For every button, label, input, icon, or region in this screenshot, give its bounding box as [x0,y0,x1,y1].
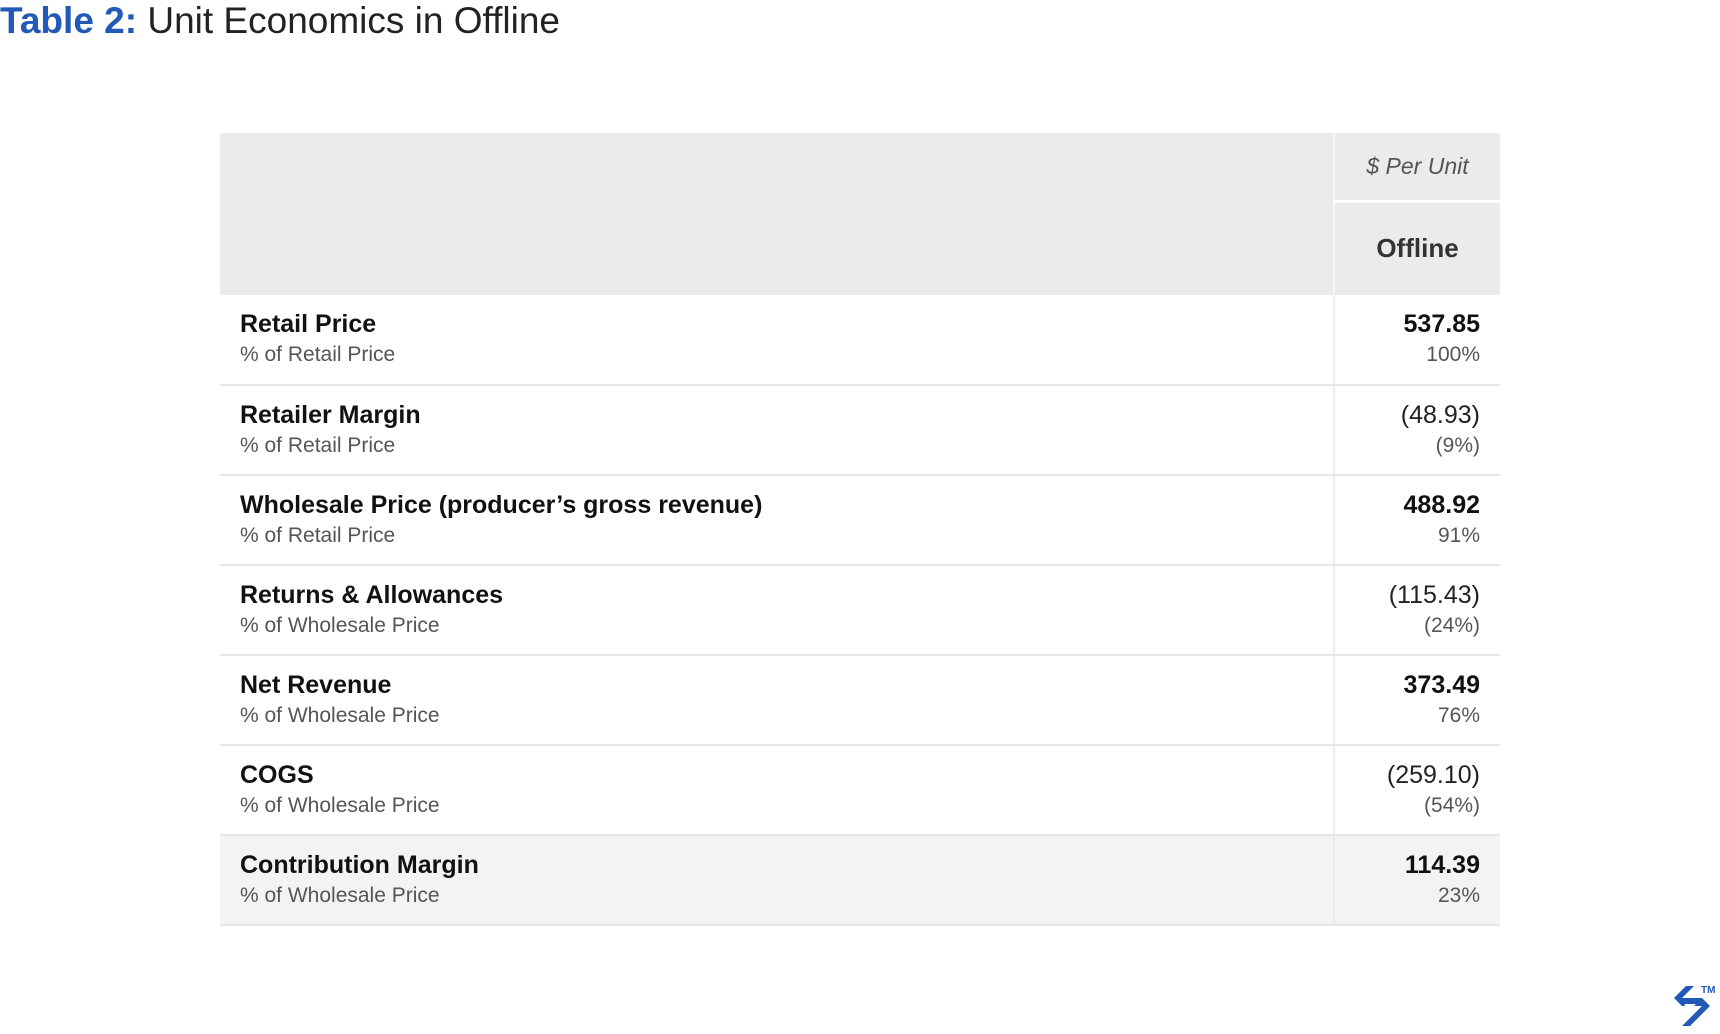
row-percent: 23% [1437,884,1480,907]
row-amount: 373.49 [1403,671,1480,699]
row-amount: 114.39 [1404,851,1480,879]
row-basis: % of Wholesale Price [240,794,440,817]
row-value-cell: 373.49 76% [1334,655,1500,746]
row-percent: 100% [1426,343,1480,366]
row-name: COGS [240,761,314,789]
row-label-cell: Retailer Margin % of Retail Price [220,385,1335,476]
row-name: Wholesale Price (producer’s gross revenu… [240,491,763,519]
table-number-label: Table 2: [0,0,138,41]
table-row: Retail Price % of Retail Price 537.85 100% [220,295,1500,386]
table-row: Contribution Margin % of Wholesale Price 1… [220,835,1500,926]
row-name: Contribution Margin [240,851,479,879]
column-header-offline: Offline [1334,201,1500,295]
header-empty-cell [220,133,1335,295]
row-label-cell: Returns & Allowances % of Wholesale Price [220,565,1335,656]
table-row: COGS % of Wholesale Price (259.10) (54%) [220,745,1500,836]
header-row-unit: $ Per Unit [220,133,1500,295]
table-row: Retailer Margin% of Retail Price (48.93)(… [220,385,1500,476]
row-name: Returns & Allowances [240,581,504,609]
row-amount: 537.85 [1403,310,1480,338]
trademark-mark: TM [1701,985,1716,996]
row-basis: % of Wholesale Price [240,704,440,727]
row-name: Retail Price [240,310,377,338]
row-value-cell: (259.10) (54%) [1334,745,1500,836]
row-label-cell: Wholesale Price (producer’s gross revenu… [220,475,1335,566]
table-row: Wholesale Price (producer’s gross revenu… [220,475,1500,566]
table-row: Net Revenue % of Wholesale Price 373.49 76% [220,655,1500,746]
row-basis: % of Wholesale Price [240,614,440,637]
row-value-cell: (48.93) (9%) [1334,385,1500,476]
row-percent: 76% [1437,704,1480,727]
table-title-text: Unit Economics in Offline [147,0,561,41]
unit-economics-table: $ Per Unit Offline Retail Price % of Reta… [220,133,1500,926]
page-title: Table 2: Unit Economics in Offline [0,0,560,42]
row-name: Retailer Margin [240,401,421,429]
row-name: Net Revenue [240,671,392,699]
row-label-cell: Net Revenue % of Wholesale Price [220,655,1335,746]
row-percent: (9%) [1435,434,1480,457]
row-amount: 488.92 [1403,491,1480,519]
row-label-cell: COGS % of Wholesale Price [220,745,1335,836]
table-row: Returns & Allowances % of Wholesale Price… [220,565,1500,656]
row-amount: (48.93) [1400,401,1480,429]
row-percent: (24%) [1423,614,1480,637]
row-label-cell: Retail Price % of Retail Price [220,295,1335,386]
row-percent: (54%) [1423,794,1480,817]
row-label-cell: Contribution Margin % of Wholesale Price [220,835,1335,926]
row-value-cell: 537.85 100% [1334,295,1500,386]
row-value-cell: 114.39 23% [1334,835,1500,926]
row-percent: 91% [1437,524,1480,547]
row-amount: (259.10) [1386,761,1480,789]
row-amount: (115.43) [1388,581,1480,609]
row-value-cell: (115.43) (24%) [1334,565,1500,656]
row-basis: % of Wholesale Price [240,884,440,907]
row-value-cell: 488.92 91% [1334,475,1500,566]
row-basis: % of Retail Price [240,524,396,547]
row-basis: % of Retail Price [240,434,396,457]
unit-header: $ Per Unit [1334,133,1500,203]
row-basis: % of Retail Price [240,343,396,366]
